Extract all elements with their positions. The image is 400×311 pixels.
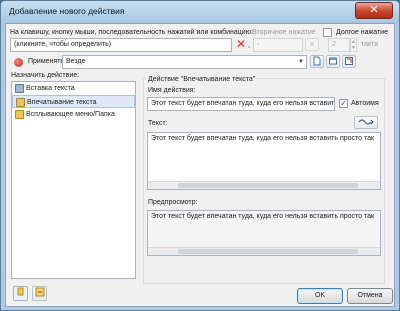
- help-icon[interactable]: [32, 286, 47, 301]
- auto-name-label: Автоимя: [351, 100, 379, 107]
- trigger-prompt: На клавишу, кнопку мыши, последовательно…: [10, 29, 253, 36]
- cancel-button[interactable]: Отмена: [347, 288, 393, 304]
- count-stepper[interactable]: ▲ ▼: [350, 38, 357, 52]
- edit-app-icon[interactable]: [326, 55, 340, 68]
- clear-trigger-icon[interactable]: ✕: [234, 38, 248, 51]
- pick-window-icon[interactable]: [342, 55, 356, 68]
- text-hscrollbar[interactable]: [148, 181, 380, 189]
- trigger-input[interactable]: (кликните, чтобы определить): [10, 38, 232, 52]
- preview-label: Предпросмотр:: [148, 199, 198, 206]
- folder-icon: [15, 110, 24, 119]
- clipboard-icon: [15, 84, 24, 93]
- ok-button[interactable]: OK: [297, 288, 343, 304]
- text-area-content: Этот текст будет впечатан туда, куда его…: [151, 135, 375, 142]
- text-area[interactable]: Этот текст будет впечатан туда, куда его…: [147, 132, 381, 190]
- text-label: Текст:: [148, 120, 168, 127]
- assign-action-label: Назначить действие:: [11, 72, 80, 79]
- list-item-label: Впечатывание текста: [27, 99, 97, 106]
- secondary-press-input[interactable]: -: [253, 38, 303, 52]
- action-group-title: Действие "Впечатывание текста": [147, 76, 257, 83]
- insert-macro-button[interactable]: [354, 116, 378, 129]
- auto-name-checkbox[interactable]: ✓: [339, 99, 348, 108]
- app-target-icon: [14, 58, 23, 67]
- list-item-label: Вставка текста: [26, 85, 75, 92]
- preview-area: Этот текст будет впечатан туда, куда его…: [147, 210, 381, 256]
- dialog-window: Добавление нового действия ✕ На клавишу,…: [0, 0, 400, 311]
- preview-scroll-thumb[interactable]: [178, 249, 358, 254]
- new-app-icon[interactable]: [310, 55, 324, 68]
- apply-dropdown[interactable]: Везде: [62, 55, 307, 69]
- preview-content: Этот текст будет впечатан туда, куда его…: [151, 213, 375, 220]
- info-icon[interactable]: [13, 286, 28, 301]
- list-item-type-text[interactable]: Впечатывание текста: [12, 95, 135, 108]
- count-unit-label: такта: [361, 41, 379, 48]
- chevron-down-icon[interactable]: ▼: [296, 56, 306, 68]
- secondary-press-label: Вторичное нажатие: [252, 29, 316, 36]
- dialog-title: Добавление нового действия: [9, 6, 125, 16]
- count-input[interactable]: 2: [328, 38, 350, 52]
- dialog-body: На клавишу, кнопку мыши, последовательно…: [5, 23, 395, 307]
- action-name-label: Имя действия:: [148, 87, 196, 94]
- title-bar[interactable]: Добавление нового действия ✕: [1, 1, 399, 23]
- list-item-label: Всплывающее меню/Папка: [26, 111, 115, 118]
- list-item-paste-text[interactable]: Вставка текста: [12, 82, 135, 95]
- list-item-popup-menu[interactable]: Всплывающее меню/Папка: [12, 108, 135, 121]
- long-press-checkbox[interactable]: [323, 28, 332, 37]
- text-scroll-thumb[interactable]: [178, 183, 358, 188]
- clear-secondary-icon[interactable]: ✕: [305, 38, 319, 51]
- preview-hscrollbar[interactable]: [148, 247, 380, 255]
- long-press-label: Долгое нажатие: [336, 29, 388, 36]
- action-name-input[interactable]: Этот текст будет впечатан туда, куда его…: [147, 97, 335, 111]
- apply-label: Применять: [28, 58, 65, 65]
- close-button[interactable]: ✕: [355, 2, 393, 19]
- action-type-list: Вставка текста Впечатывание текста Всплы…: [11, 81, 136, 279]
- keyboard-icon: [16, 98, 25, 107]
